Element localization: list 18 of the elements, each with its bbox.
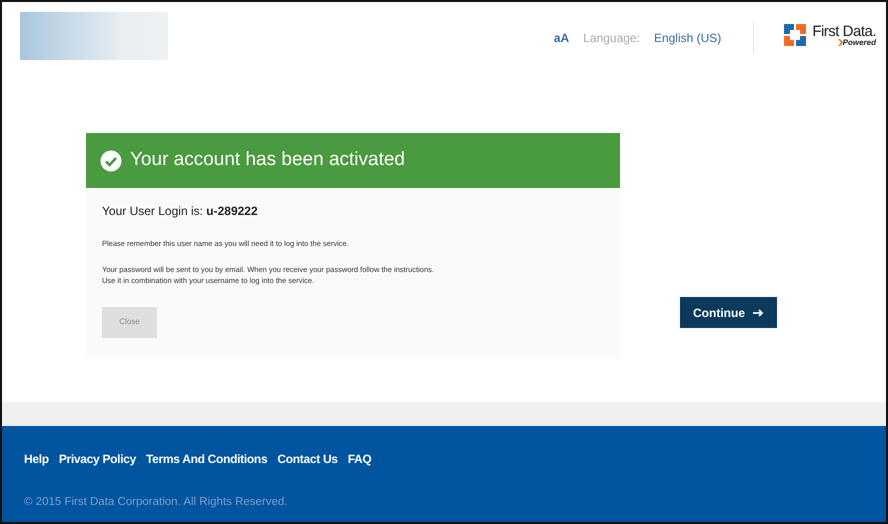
continue-button[interactable]: Continue	[680, 297, 777, 328]
text-size-link[interactable]: aA	[554, 29, 570, 47]
panel-title: Your account has been activated	[130, 148, 405, 172]
brand-name: First Data.	[812, 24, 876, 38]
user-login-text: Your User Login is: u-289222	[102, 203, 259, 220]
logo-icon	[782, 22, 808, 48]
copyright-text: © 2015 First Data Corporation. All Rights Reserved.	[24, 495, 289, 510]
brand-tagline: Powered	[842, 38, 876, 46]
check-icon	[100, 150, 122, 172]
arrow-icon	[753, 308, 764, 316]
footer-link[interactable]: Privacy Policy	[58, 450, 136, 468]
footer-link[interactable]: Contact Us	[277, 450, 338, 468]
footer-link[interactable]: Terms And Conditions	[146, 450, 268, 468]
chevron-icon	[838, 38, 843, 46]
footer-link[interactable]: FAQ	[348, 450, 372, 468]
language-label: Language:	[583, 30, 640, 47]
footer-link[interactable]: Help	[24, 450, 49, 468]
language-link[interactable]: English (US)	[654, 29, 722, 47]
